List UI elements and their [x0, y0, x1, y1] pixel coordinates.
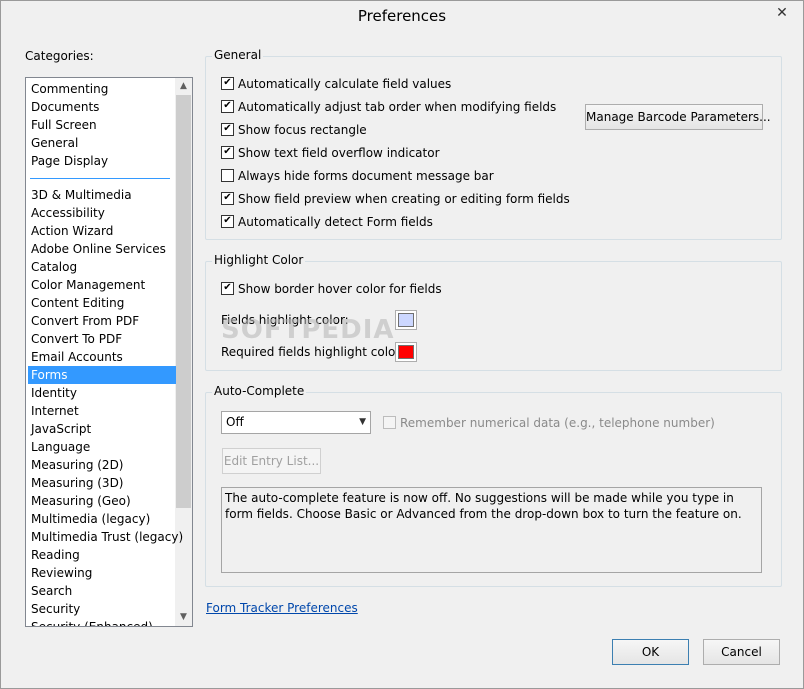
- remember-numerical-data-label: Remember numerical data (e.g., telephone…: [400, 416, 715, 430]
- scroll-down-arrow-icon[interactable]: ▼: [175, 609, 192, 626]
- show-border-hover-checkbox-row[interactable]: Show border hover color for fields: [221, 280, 442, 298]
- category-item[interactable]: Measuring (2D): [28, 456, 176, 474]
- category-item[interactable]: Accessibility: [28, 204, 176, 222]
- title-bar: Preferences ✕: [1, 1, 803, 32]
- edit-entry-list-button[interactable]: Edit Entry List...: [222, 448, 321, 474]
- general-checkbox-row[interactable]: Show text field overflow indicator: [221, 144, 440, 162]
- category-item[interactable]: General: [28, 134, 176, 152]
- general-legend: General: [212, 48, 264, 62]
- general-checkbox-label: Show focus rectangle: [238, 123, 367, 137]
- general-checkbox-row[interactable]: Show focus rectangle: [221, 121, 367, 139]
- category-item[interactable]: Reviewing: [28, 564, 176, 582]
- category-item[interactable]: Convert To PDF: [28, 330, 176, 348]
- categories-list[interactable]: ▲ ▼ Commenting Documents Full Screen Genera…: [25, 77, 193, 627]
- category-item[interactable]: Full Screen: [28, 116, 176, 134]
- category-item[interactable]: Commenting: [28, 80, 176, 98]
- category-item[interactable]: Search: [28, 582, 176, 600]
- general-checkbox[interactable]: [221, 146, 234, 159]
- category-item[interactable]: Identity: [28, 384, 176, 402]
- category-item[interactable]: Catalog: [28, 258, 176, 276]
- form-tracker-preferences-link[interactable]: Form Tracker Preferences: [206, 601, 358, 615]
- softpedia-watermark: SOFTPEDIA: [221, 315, 395, 345]
- show-border-hover-checkbox[interactable]: [221, 282, 234, 295]
- general-checkbox-label: Automatically adjust tab order when modi…: [238, 100, 557, 114]
- general-checkbox[interactable]: [221, 192, 234, 205]
- category-item[interactable]: Documents: [28, 98, 176, 116]
- category-item[interactable]: Convert From PDF: [28, 312, 176, 330]
- fields-highlight-color-swatch: [398, 313, 414, 327]
- highlight-color-legend: Highlight Color: [212, 253, 306, 267]
- category-item[interactable]: Measuring (3D): [28, 474, 176, 492]
- category-item[interactable]: 3D & Multimedia: [28, 186, 176, 204]
- category-item[interactable]: Forms: [28, 366, 176, 384]
- general-checkbox[interactable]: [221, 100, 234, 113]
- general-checkbox-label: Show text field overflow indicator: [238, 146, 440, 160]
- category-item[interactable]: Content Editing: [28, 294, 176, 312]
- category-item[interactable]: Page Display: [28, 152, 176, 170]
- category-item[interactable]: JavaScript: [28, 420, 176, 438]
- category-item[interactable]: Email Accounts: [28, 348, 176, 366]
- general-checkbox-row[interactable]: Always hide forms document message bar: [221, 167, 494, 185]
- general-checkbox[interactable]: [221, 77, 234, 90]
- general-checkbox[interactable]: [221, 123, 234, 136]
- category-item[interactable]: Reading: [28, 546, 176, 564]
- remember-numerical-data-checkbox-row[interactable]: Remember numerical data (e.g., telephone…: [383, 414, 715, 432]
- auto-complete-legend: Auto-Complete: [212, 384, 307, 398]
- category-item[interactable]: Multimedia (legacy): [28, 510, 176, 528]
- category-item[interactable]: Measuring (Geo): [28, 492, 176, 510]
- general-checkbox-row[interactable]: Automatically adjust tab order when modi…: [221, 98, 556, 116]
- categories-label: Categories:: [25, 49, 94, 63]
- scrollbar-thumb[interactable]: [176, 95, 191, 508]
- general-checkbox[interactable]: [221, 215, 234, 228]
- close-button[interactable]: ✕: [767, 3, 797, 23]
- general-checkbox-label: Always hide forms document message bar: [238, 169, 494, 183]
- show-border-hover-label: Show border hover color for fields: [238, 282, 442, 296]
- general-checkbox-label: Automatically detect Form fields: [238, 215, 433, 229]
- general-checkbox[interactable]: [221, 169, 234, 182]
- general-checkbox-label: Show field preview when creating or edit…: [238, 192, 570, 206]
- category-item[interactable]: Action Wizard: [28, 222, 176, 240]
- category-item[interactable]: Internet: [28, 402, 176, 420]
- categories-separator: [30, 178, 170, 179]
- cancel-button[interactable]: Cancel: [703, 639, 780, 665]
- remember-numerical-data-checkbox[interactable]: [383, 416, 396, 429]
- required-fields-highlight-color-button[interactable]: [395, 342, 417, 362]
- required-fields-highlight-color-label: Required fields highlight color:: [221, 345, 405, 359]
- category-item[interactable]: Multimedia Trust (legacy): [28, 528, 183, 546]
- fields-highlight-color-button[interactable]: [395, 310, 417, 330]
- general-checkbox-row[interactable]: Show field preview when creating or edit…: [221, 190, 570, 208]
- window-title: Preferences: [357, 7, 447, 25]
- category-item[interactable]: Color Management: [28, 276, 176, 294]
- auto-complete-select-value: Off: [226, 415, 244, 429]
- category-item[interactable]: Adobe Online Services: [28, 240, 176, 258]
- manage-barcode-parameters-button[interactable]: Manage Barcode Parameters...: [585, 104, 771, 130]
- category-item[interactable]: Security: [28, 600, 176, 618]
- general-checkbox-row[interactable]: Automatically detect Form fields: [221, 213, 433, 231]
- general-checkbox-row[interactable]: Automatically calculate field values: [221, 75, 451, 93]
- category-item[interactable]: Security (Enhanced): [28, 618, 176, 626]
- general-checkbox-label: Automatically calculate field values: [238, 77, 452, 91]
- ok-button[interactable]: OK: [612, 639, 689, 665]
- auto-complete-select[interactable]: Off ▼: [221, 411, 371, 434]
- preferences-window: Preferences ✕ Categories: ▲ ▼ Commenting…: [0, 0, 804, 689]
- category-item[interactable]: Language: [28, 438, 176, 456]
- auto-complete-info-text: The auto-complete feature is now off. No…: [221, 487, 762, 573]
- required-fields-highlight-color-swatch: [398, 345, 414, 359]
- scroll-up-arrow-icon[interactable]: ▲: [175, 78, 192, 95]
- chevron-down-icon: ▼: [359, 417, 366, 427]
